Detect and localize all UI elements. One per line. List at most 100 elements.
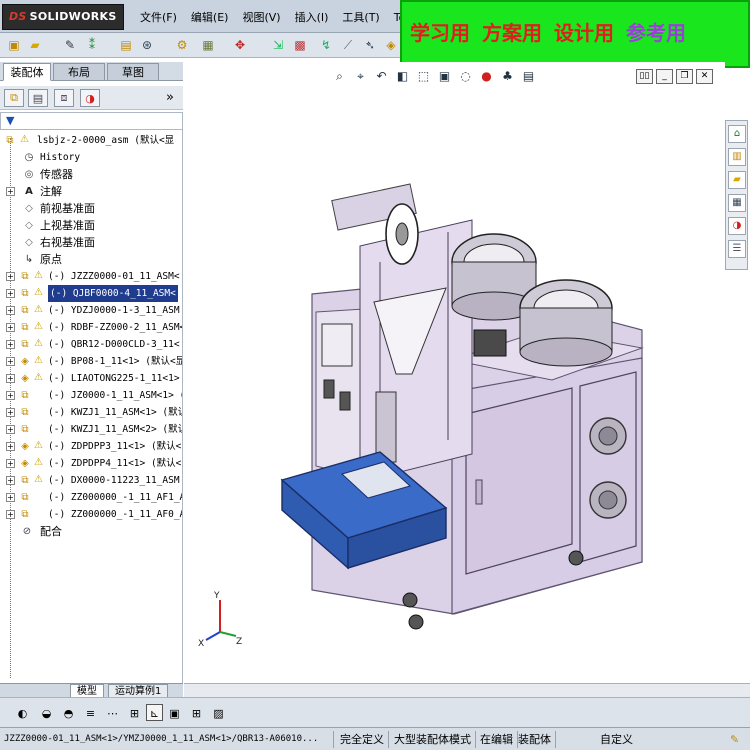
collapse-chevron-icon[interactable]: » <box>166 90 174 105</box>
tree-component-row[interactable]: + ⧉ (-) KWZJ1_11_ASM<1> (默认 <box>0 404 182 421</box>
tool-icon-7[interactable]: ⊾ <box>146 704 163 721</box>
tree-filter-bar[interactable]: ▼ <box>0 112 183 130</box>
tree-item-right-plane[interactable]: ◇ 右视基准面 <box>0 234 182 251</box>
expand-icon[interactable]: + <box>6 510 15 519</box>
subassembly-icon: ⧉ <box>21 475 29 486</box>
tool-icon-6[interactable]: ⊞ <box>126 704 143 721</box>
tree-component-row[interactable]: + ◈ ⚠ (-) BP08-1_11<1> (默认<显 <box>0 353 182 370</box>
menu-file[interactable]: 文件(F) <box>140 9 177 27</box>
tree-root-label: lsbjz-2-0000_asm (默认<显 <box>37 135 175 146</box>
graphics-viewport[interactable]: ⌕ ⌖ ↶ ◧ ⬚ ▣ ◌ ● ♣ ▤ ▯▯ _ ❐ ✕ Y X Z <box>184 62 725 683</box>
tool-icon-1[interactable]: ◐ <box>14 704 31 721</box>
display-manager-icon[interactable]: ◑ <box>80 89 100 107</box>
expand-icon[interactable]: + <box>6 442 15 451</box>
tool-icon-4[interactable]: ≡ <box>82 704 99 721</box>
tab-assembly[interactable]: 装配体 <box>3 63 51 81</box>
menu-tools[interactable]: 工具(T) <box>342 9 379 27</box>
mate-icon[interactable]: ⁑ <box>84 37 100 53</box>
tool-icon-2[interactable]: ◒ <box>38 704 55 721</box>
status-pencil-icon[interactable]: ✎ <box>726 731 743 748</box>
tree-root[interactable]: ⧉ ⚠ lsbjz-2-0000_asm (默认<显 <box>0 132 182 149</box>
tree-component-row-selected[interactable]: + ⧉ ⚠ (-) QJBF0000-4_11_ASM< <box>0 285 182 302</box>
logo-text: SOLIDWORKS <box>29 10 117 23</box>
tree-item-annotations[interactable]: + A 注解 <box>0 183 182 200</box>
view-palette-icon[interactable]: ▦ <box>728 194 746 212</box>
open-folder-icon[interactable]: ▰ <box>27 37 43 53</box>
move-component-icon[interactable]: ✥ <box>232 37 248 53</box>
smart-fastener-icon[interactable]: ⊛ <box>139 37 155 53</box>
expand-icon[interactable]: + <box>6 408 15 417</box>
tree-component-row[interactable]: + ⧉ (-) KWZJ1_11_ASM<2> (默认 <box>0 421 182 438</box>
tree-component-row[interactable]: + ⧉ ⚠ (-) DX0000-11223_11_ASM <box>0 472 182 489</box>
status-units-custom[interactable]: 自定义 <box>596 731 637 748</box>
tab-layout[interactable]: 布局 <box>53 63 105 81</box>
expand-icon[interactable]: + <box>6 289 15 298</box>
tree-component-row[interactable]: + ⧉ (-) JZ0000-1_11_ASM<1> (默 <box>0 387 182 404</box>
tree-item-sensors[interactable]: ◎ 传感器 <box>0 166 182 183</box>
pin-icon[interactable]: ✎ <box>62 37 78 53</box>
tool-icon-5[interactable]: ⋯ <box>104 704 121 721</box>
tool-icon-8[interactable]: ▣ <box>166 704 183 721</box>
assembly-features-icon[interactable]: ▦ <box>200 37 216 53</box>
filter-funnel-icon[interactable]: ▼ <box>6 114 14 127</box>
watermark-banner: 学习用 方案用 设计用 参考用 <box>400 0 750 68</box>
expand-icon[interactable]: + <box>6 306 15 315</box>
explode-view-icon[interactable]: ⇲ <box>270 37 286 53</box>
expand-icon[interactable]: + <box>6 272 15 281</box>
tool-icon-3[interactable]: ◓ <box>60 704 77 721</box>
options-gear-icon[interactable]: ⚙ <box>174 37 190 53</box>
custom-properties-icon[interactable]: ☰ <box>728 240 746 258</box>
expand-icon[interactable]: + <box>6 340 15 349</box>
expand-icon[interactable]: + <box>6 459 15 468</box>
tree-item-top-plane[interactable]: ◇ 上视基准面 <box>0 217 182 234</box>
tree-component-row[interactable]: + ⧉ (-) ZZ000000_-1_11_AF0_ASM <box>0 506 182 523</box>
tree-component-row[interactable]: + ⧉ (-) ZZ000000_-1_11_AF1_ASM <box>0 489 182 506</box>
tree-component-row[interactable]: + ⧉ ⚠ (-) RDBF-ZZ000-2_11_ASM<1 <box>0 319 182 336</box>
tree-component-row[interactable]: + ⧉ ⚠ (-) JZZZ0000-01_11_ASM< <box>0 268 182 285</box>
expand-icon[interactable]: + <box>6 374 15 383</box>
measure-icon[interactable]: ⟋ <box>340 37 356 53</box>
interference-check-icon[interactable]: ▩ <box>292 37 308 53</box>
tab-model[interactable]: 模型 <box>70 684 104 698</box>
tree-component-row[interactable]: + ⧉ ⚠ (-) QBR12-D000CLD-3_11< <box>0 336 182 353</box>
tree-item-front-plane[interactable]: ◇ 前视基准面 <box>0 200 182 217</box>
design-library-icon[interactable]: ▥ <box>728 148 746 166</box>
configuration-manager-icon[interactable]: ⧈ <box>54 89 74 107</box>
solidworks-logo[interactable]: DS SOLIDWORKS <box>2 4 124 30</box>
tree-component-row[interactable]: + ◈ ⚠ (-) ZDPDPP4_11<1> (默认< <box>0 455 182 472</box>
reference-geometry-icon[interactable]: ➴ <box>362 37 378 53</box>
tree-component-row[interactable]: + ⧉ ⚠ (-) YDZJ0000-1-3_11_ASM <box>0 302 182 319</box>
menu-edit[interactable]: 编辑(E) <box>191 9 229 27</box>
expand-icon[interactable]: + <box>6 391 15 400</box>
tab-sketch[interactable]: 草图 <box>107 63 159 81</box>
tab-motion-study[interactable]: 运动算例1 <box>108 684 169 698</box>
tree-component-row[interactable]: + ◈ ⚠ (-) LIAOTONG225-1_11<1> <box>0 370 182 387</box>
menu-view[interactable]: 视图(V) <box>242 9 280 27</box>
expand-icon[interactable]: + <box>6 425 15 434</box>
menu-insert[interactable]: 插入(I) <box>295 9 329 27</box>
subassembly-icon: ⧉ <box>21 492 29 503</box>
tree-item-label: (-) QBR12-D000CLD-3_11< <box>48 339 180 350</box>
tree-item-mates[interactable]: ⊘ 配合 <box>0 523 182 540</box>
machine-3d-model[interactable]: Y X Z <box>184 62 725 683</box>
tree-item-history[interactable]: ◷ History <box>0 149 182 166</box>
tree-component-row[interactable]: + ◈ ⚠ (-) ZDPDPP3_11<1> (默认< <box>0 438 182 455</box>
axis-label-z: Z <box>236 637 242 647</box>
tree-item-origin[interactable]: ↳ 原点 <box>0 251 182 268</box>
rebuild-icon[interactable]: ↯ <box>318 37 334 53</box>
new-document-icon[interactable]: ▣ <box>6 37 22 53</box>
tool-icon-9[interactable]: ⊞ <box>188 704 205 721</box>
expand-icon[interactable]: + <box>6 357 15 366</box>
expand-icon[interactable]: + <box>6 476 15 485</box>
insert-component-icon[interactable]: ▤ <box>118 37 134 53</box>
resources-icon[interactable]: ⌂ <box>728 125 746 143</box>
appearances-icon[interactable]: ◑ <box>728 217 746 235</box>
file-explorer-icon[interactable]: ▰ <box>728 171 746 189</box>
property-manager-icon[interactable]: ▤ <box>28 89 48 107</box>
expand-icon[interactable]: + <box>6 493 15 502</box>
feature-manager-icon[interactable]: ⧉ <box>4 89 24 107</box>
expand-icon[interactable]: + <box>6 187 15 196</box>
expand-icon[interactable]: + <box>6 323 15 332</box>
more-tools-icon[interactable]: ◈ <box>383 37 399 53</box>
tool-icon-10[interactable]: ▨ <box>210 704 227 721</box>
